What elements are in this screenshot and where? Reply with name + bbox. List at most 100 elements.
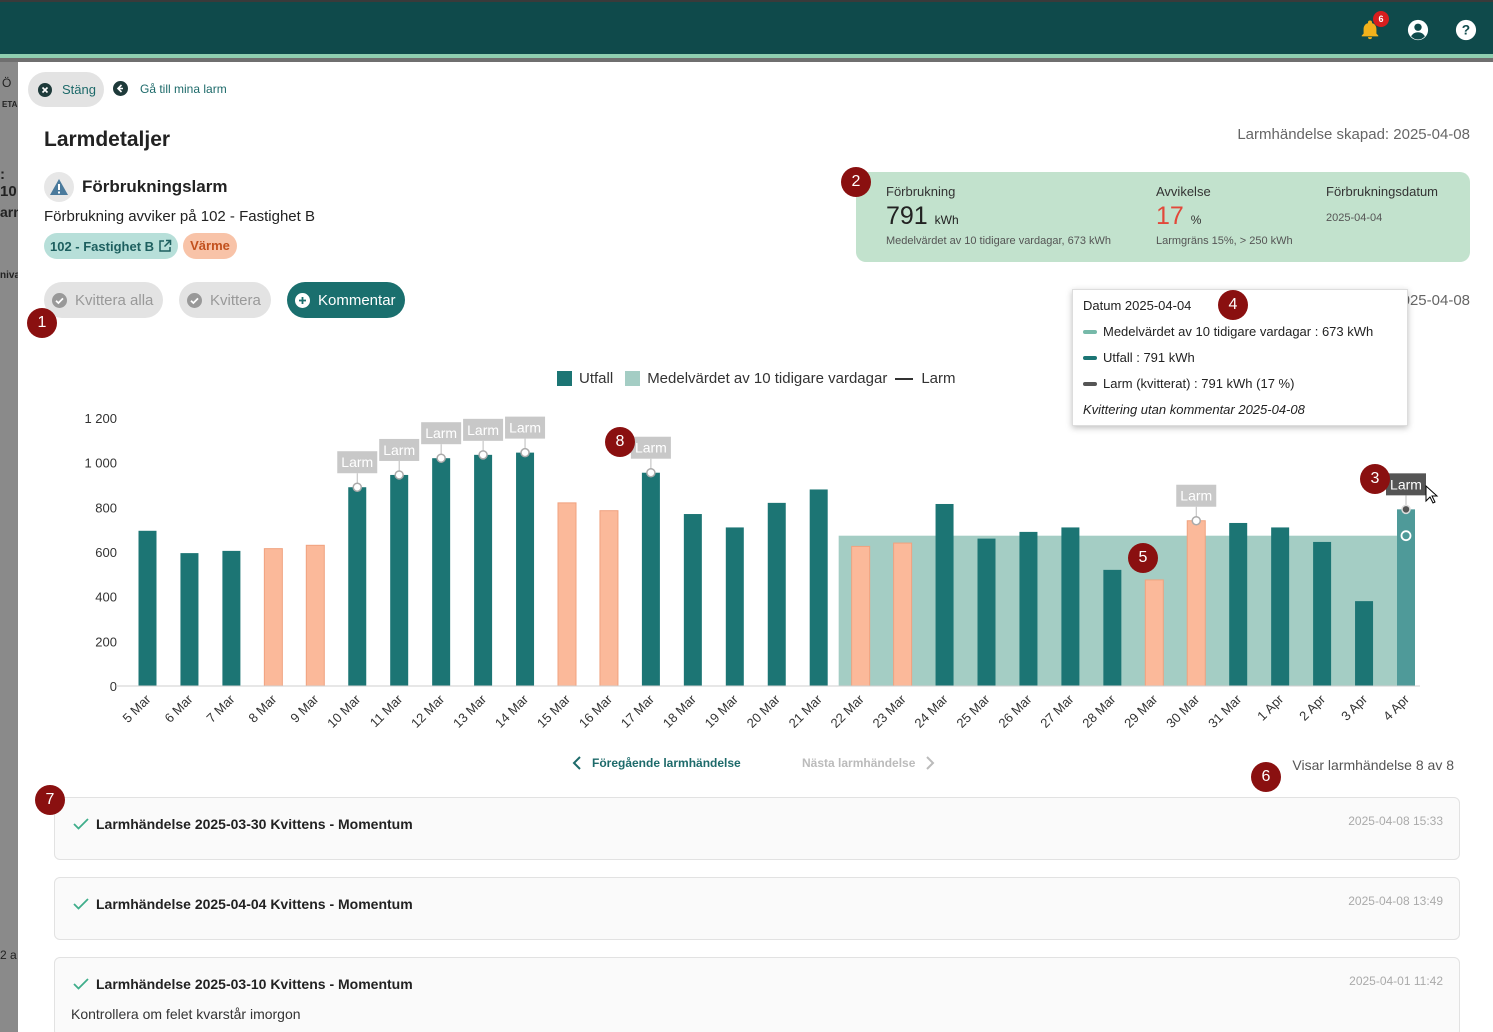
annotation-marker: 5 [1128,543,1158,573]
chevron-right-icon [926,756,935,770]
alarm-event-date: 2025-04-08 15:33 [1348,814,1443,828]
tooltip-alarm: Larm (kvitterat) : 791 kWh (17 %) [1103,376,1295,391]
legend-swatch-alarm [895,377,914,380]
close-button[interactable]: Stäng [28,72,104,107]
consumption-number: 791 [886,202,928,230]
event-counter: Visar larmhändelse 8 av 8 [1292,757,1454,773]
check-circle-icon [187,292,202,308]
check-circle-icon [52,292,67,308]
background-fragment-text: niva [0,270,18,281]
comment-label: Kommentar [318,291,396,309]
alarm-event-card[interactable]: Larmhändelse 2025-03-10 Kvittens - Momen… [54,957,1460,1032]
page-title: Larmdetaljer [44,128,171,151]
deviation-sub: Larmgräns 15%, > 250 kWh [1156,235,1293,247]
alarm-event-title-row: Larmhändelse 2025-03-10 Kvittens - Momen… [73,976,413,992]
consumption-date-value: 2025-04-04 [1326,212,1383,224]
close-circle-icon [38,82,52,97]
alarm-event-date: 2025-04-08 13:49 [1348,894,1443,908]
tooltip-alarm-row: Larm (kvitterat) : 791 kWh (17 %) [1083,376,1294,391]
alarm-event-card[interactable]: Larmhändelse 2025-03-30 Kvittens - Momen… [54,797,1460,860]
top-bar: 6 ? [0,0,1493,58]
legend-swatch-average [625,371,641,386]
property-chip[interactable]: 102 - Fastighet B [44,233,178,259]
property-chip-label: 102 - Fastighet B [50,238,155,254]
alarm-type: Förbrukningslarm [44,172,227,202]
next-alarm-event-button[interactable]: Nästa larmhändelse [802,756,935,770]
user-circle-icon[interactable] [1407,19,1429,41]
ack-all-button[interactable]: Kvittera alla [44,282,163,318]
legend-swatch-outcome [557,371,572,386]
chevron-left-icon [572,756,581,770]
comment-button[interactable]: Kommentar [287,282,405,318]
annotation-marker: 8 [605,427,635,457]
alarm-event-title: Larmhändelse 2025-03-30 Kvittens - Momen… [96,816,413,832]
consumption-label: Förbrukning [886,184,956,199]
consumption-unit: kWh [934,213,959,227]
alarm-event-title: Larmhändelse 2025-03-10 Kvittens - Momen… [96,976,413,992]
background-fragment-text: 2 a [0,948,17,962]
tooltip-note: Kvittering utan kommentar 2025-04-08 [1083,402,1305,417]
ack-button[interactable]: Kvittera [179,282,271,318]
tooltip-average: Medelvärdet av 10 tidigare vardagar : 67… [1103,324,1374,339]
alarm-type-label: Förbrukningslarm [82,177,228,196]
svg-text:?: ? [1462,23,1470,38]
consumption-sub: Medelvärdet av 10 tidigare vardagar, 673… [886,235,1112,247]
legend-average[interactable]: Medelvärdet av 10 tidigare vardagar [647,370,887,387]
alarm-event-comment: Kontrollera om felet kvarstår imorgon [71,1006,301,1022]
notification-count-badge: 6 [1373,11,1389,27]
legend-alarm[interactable]: Larm [921,370,955,387]
tooltip-average-swatch [1083,329,1097,334]
arrow-left-circle-icon [113,81,128,96]
background-fragment-text: ETA [2,100,18,109]
chart-legend: Utfall Medelvärdet av 10 tidigare vardag… [557,370,956,387]
plus-circle-icon [295,292,310,308]
background-fragment-text: : 10 [0,166,17,200]
mouse-cursor-icon [1425,485,1439,504]
legend-outcome[interactable]: Utfall [579,370,613,387]
alarm-description: Förbrukning avviker på 102 - Fastighet B [44,208,315,225]
deviation-label: Avvikelse [1156,184,1211,199]
close-label: Stäng [62,82,96,97]
consumption-value: 791 kWh [886,202,959,231]
alarm-event-title-row: Larmhändelse 2025-03-30 Kvittens - Momen… [73,816,413,832]
annotation-marker: 7 [35,785,65,815]
help-icon[interactable]: ? [1455,19,1477,41]
tooltip-outcome-row: Utfall : 791 kWh [1083,350,1195,365]
background-app-fragment: Ö ETA : 10 arm niva 2 a [0,62,18,1032]
deviation-value: 17 % [1156,202,1201,231]
check-icon [73,978,89,990]
annotation-marker: 1 [27,308,57,338]
background-fragment-text: Ö [2,76,12,90]
external-link-icon [159,239,172,252]
warning-icon [44,172,74,202]
next-alarm-event-label: Nästa larmhändelse [802,756,916,770]
annotation-marker: 6 [1251,762,1281,792]
alarm-event-title-row: Larmhändelse 2025-04-04 Kvittens - Momen… [73,896,413,912]
deviation-unit: % [1190,213,1202,227]
alarm-event-card[interactable]: Larmhändelse 2025-04-04 Kvittens - Momen… [54,877,1460,940]
category-chip: Värme [183,233,237,259]
check-icon [73,898,89,910]
goto-my-alarms-link[interactable]: Gå till mina larm [113,81,227,96]
summary-box: Förbrukning 791 kWh Medelvärdet av 10 ti… [856,172,1470,262]
prev-alarm-event-button[interactable]: Föregående larmhändelse [572,756,741,770]
annotation-marker: 3 [1360,464,1390,494]
ack-label: Kvittera [210,291,261,309]
tooltip-average-row: Medelvärdet av 10 tidigare vardagar : 67… [1083,324,1373,339]
annotation-marker: 2 [841,167,871,197]
annotation-marker: 4 [1218,290,1248,320]
check-icon [73,818,89,830]
goto-my-alarms-label: Gå till mina larm [140,81,227,96]
consumption-date-label: Förbrukningsdatum [1326,184,1438,199]
prev-alarm-event-label: Föregående larmhändelse [592,756,741,770]
tooltip-alarm-swatch [1083,381,1097,386]
alarm-event-date: 2025-04-01 11:42 [1349,974,1443,988]
tooltip-date: Datum 2025-04-04 [1083,298,1192,313]
ack-all-label: Kvittera alla [75,291,154,309]
alarm-event-title: Larmhändelse 2025-04-04 Kvittens - Momen… [96,896,413,912]
deviation-number: 17 [1156,202,1184,230]
tooltip-outcome: Utfall : 791 kWh [1103,350,1195,365]
tooltip-outcome-swatch [1083,355,1097,360]
alarm-created-date: Larmhändelse skapad: 2025-04-08 [1237,126,1470,143]
background-fragment-text: arm [0,204,18,220]
